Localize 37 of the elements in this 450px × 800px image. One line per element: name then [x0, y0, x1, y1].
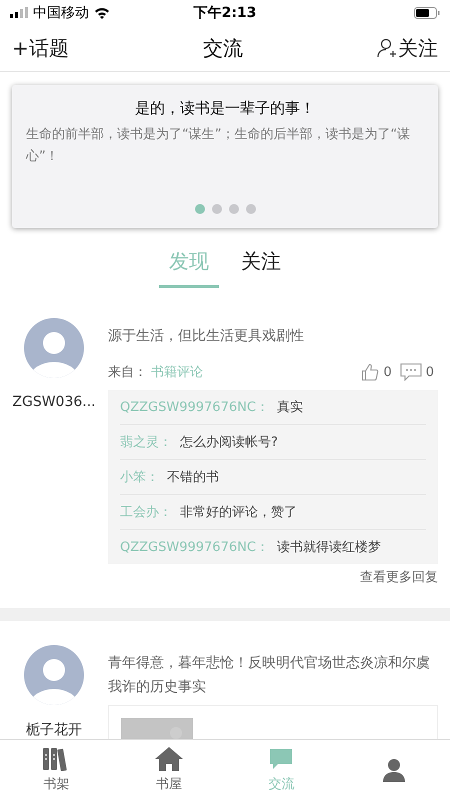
- username[interactable]: 栀子花开: [26, 721, 82, 739]
- carousel-dot[interactable]: [228, 204, 238, 214]
- carousel-dot[interactable]: [194, 204, 204, 214]
- post-text: 源于生活，但比生活更具戏剧性: [108, 327, 305, 346]
- source-label: 来自：: [108, 364, 147, 381]
- reply-text: 读书就得读红楼梦: [276, 539, 381, 556]
- books-icon: [43, 747, 70, 771]
- new-topic-button[interactable]: +话题: [12, 34, 69, 62]
- carousel-dot[interactable]: [212, 204, 222, 214]
- reply-text: 不错的书: [167, 469, 219, 486]
- carrier-text: 中国移动: [33, 4, 89, 22]
- feed-tab[interactable]: 关注: [231, 244, 291, 288]
- comment-icon[interactable]: [400, 363, 422, 381]
- chat-icon: [268, 747, 294, 771]
- reply-text: 非常好的评论，赞了: [180, 504, 297, 521]
- signal-icon: [10, 7, 28, 18]
- carousel-dot[interactable]: [246, 204, 256, 214]
- reply-text: 怎么办阅读帐号?: [180, 434, 278, 451]
- battery-icon: [414, 6, 440, 18]
- status-time: 下午2:13: [194, 4, 256, 22]
- page-title: 交流: [202, 34, 243, 62]
- add-user-icon: [376, 38, 397, 58]
- thumbs-up-icon[interactable]: [361, 363, 380, 381]
- banner-text: 生命的前半部，读书是为了“谋生”；生命的后半部，读书是为了“谋心”！: [26, 126, 412, 166]
- home-icon: [154, 747, 183, 771]
- nav-tab[interactable]: 书架: [0, 740, 112, 800]
- like-count: 0: [383, 364, 392, 380]
- person-icon: [382, 758, 406, 782]
- nav-tab[interactable]: 书屋: [112, 740, 225, 800]
- banner-title: 是的，读书是一辈子的事！: [134, 99, 316, 118]
- wifi-icon: [94, 6, 110, 18]
- more-replies-link[interactable]: 查看更多回复: [360, 564, 438, 590]
- follow-button[interactable]: 关注: [376, 34, 438, 62]
- reply-text: 真实: [276, 399, 303, 416]
- username[interactable]: ZGSW036...: [12, 394, 96, 410]
- post-text: 青年得意，暮年悲怆！反映明代官场世态炎凉和尔虞我诈的历史事实: [108, 654, 431, 697]
- comment-count: 0: [426, 364, 434, 380]
